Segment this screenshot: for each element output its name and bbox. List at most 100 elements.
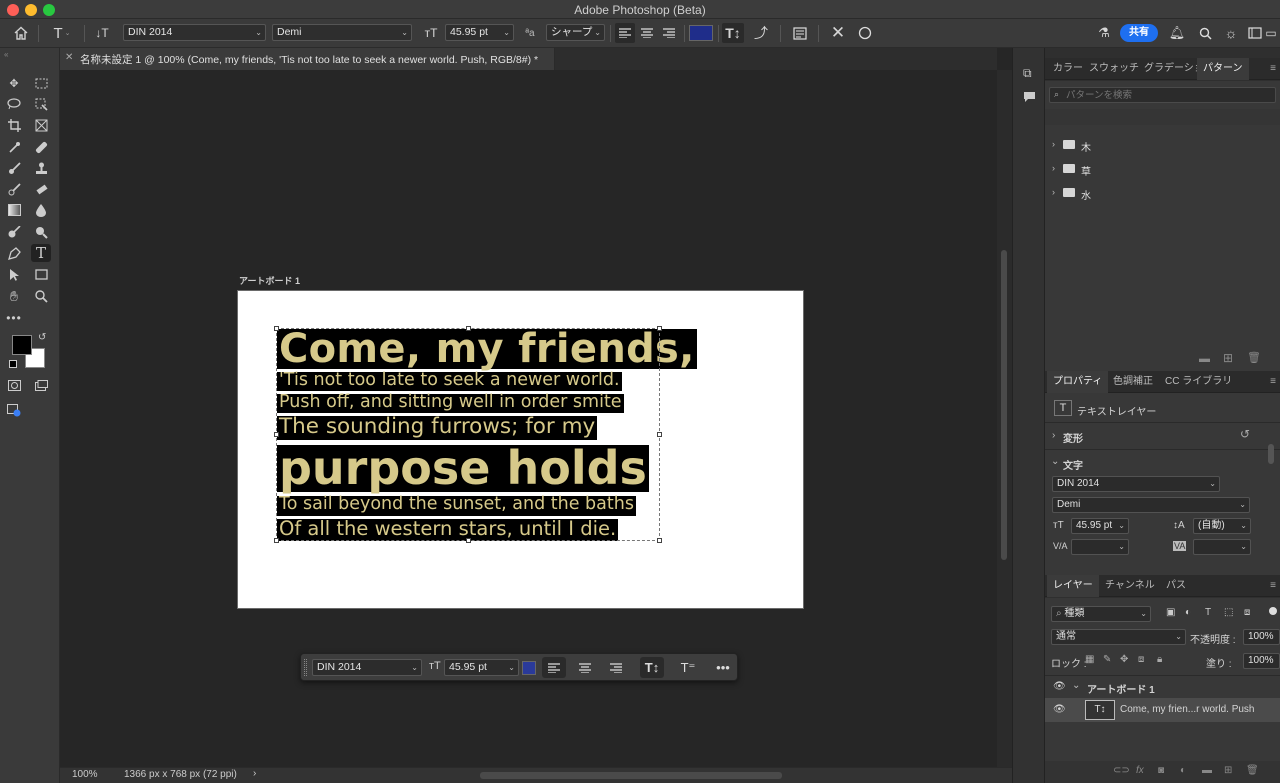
character-panel-icon[interactable] — [790, 23, 810, 43]
tab-swatches[interactable]: スウォッチ — [1083, 58, 1145, 80]
delete-layer-icon[interactable]: 🗑︎ — [1246, 765, 1259, 776]
share-button[interactable]: 共有 — [1120, 24, 1158, 42]
panel-menu-icon[interactable]: ≡ — [1270, 63, 1276, 74]
quick-mask-icon[interactable] — [4, 376, 24, 394]
visibility-eye-icon[interactable]: 👁︎ — [1053, 681, 1066, 692]
text-color-swatch[interactable] — [688, 23, 713, 43]
chevron-down-icon[interactable]: ⌄ — [1072, 680, 1080, 691]
lock-pixels-icon[interactable]: ✎ — [1103, 654, 1111, 665]
font-style-select[interactable]: Demi ⌄ — [272, 24, 412, 41]
reset-transform-icon[interactable]: ↺ — [1240, 427, 1250, 441]
swap-colors-icon[interactable]: ↺ — [38, 332, 46, 343]
filter-smart-object-icon[interactable]: ⧈ — [1244, 607, 1250, 618]
layer-filter-kind-select[interactable]: ⌕ 種類 ⌄ — [1051, 606, 1151, 622]
ctx-text-options-icon[interactable]: T⁼ — [676, 657, 700, 678]
text-line[interactable]: purpose holds — [277, 445, 649, 492]
layer-row-text[interactable]: 👁︎ T↕ Come, my frien...r world. Push — [1045, 698, 1280, 722]
panel-menu-icon[interactable]: ≡ — [1270, 376, 1276, 387]
blend-mode-select[interactable]: 通常 ⌄ — [1051, 629, 1186, 645]
ctx-font-family-select[interactable]: DIN 2014 ⌄ — [312, 659, 422, 676]
transform-handle[interactable] — [657, 432, 662, 437]
tab-properties[interactable]: プロパティ — [1047, 371, 1109, 393]
more-tools-icon[interactable]: ••• — [4, 309, 24, 327]
tab-adjustments[interactable]: 色調補正 — [1107, 371, 1159, 393]
notifications-bell-icon[interactable]: 🔔︎ — [1167, 23, 1187, 43]
link-layers-icon[interactable]: ⊂⊃ — [1113, 765, 1130, 776]
screen-mode-icon[interactable] — [31, 376, 51, 394]
transform-section-header[interactable]: 変形 — [1063, 430, 1083, 445]
filter-pixel-icon[interactable]: ▣ — [1166, 607, 1175, 618]
collapse-toolbar-icon[interactable]: « — [4, 50, 8, 59]
home-icon[interactable] — [10, 23, 32, 43]
eraser-tool-icon[interactable] — [31, 180, 51, 198]
path-selection-tool-icon[interactable] — [4, 265, 24, 283]
ctx-align-left-icon[interactable] — [542, 657, 566, 678]
align-right-icon[interactable] — [659, 23, 679, 43]
tab-paths[interactable]: パス — [1160, 575, 1192, 597]
lock-artboard-icon[interactable]: ⧈ — [1138, 654, 1144, 665]
history-brush-tool-icon[interactable] — [4, 180, 24, 198]
layer-row-artboard[interactable]: 👁︎ ⌄ アートボード 1 — [1045, 676, 1280, 698]
gradient-tool-icon[interactable] — [4, 201, 24, 219]
history-panel-icon[interactable]: ⧉ — [1023, 66, 1032, 81]
move-tool-icon[interactable]: ✥ — [4, 74, 24, 92]
status-menu-chevron-icon[interactable]: › — [253, 768, 256, 779]
new-group-folder-icon[interactable]: ▬ — [1199, 353, 1210, 365]
text-line[interactable]: 'Tis not too late to seek a newer world. — [277, 371, 622, 391]
zoom-tool-icon[interactable] — [31, 287, 51, 305]
hand-tool-icon[interactable]: ✋︎ — [4, 287, 24, 305]
text-line[interactable]: Push off, and sitting well in order smit… — [277, 393, 624, 413]
filter-type-icon[interactable]: T — [1205, 607, 1211, 618]
delete-pattern-icon[interactable]: 🗑︎ — [1247, 351, 1261, 364]
visibility-eye-icon[interactable]: 👁︎ — [1053, 704, 1066, 715]
crop-tool-icon[interactable] — [4, 116, 24, 134]
discover-lightbulb-icon[interactable]: ☼ — [1221, 23, 1241, 43]
frame-tool-icon[interactable] — [31, 116, 51, 134]
ctx-color-swatch[interactable] — [522, 661, 536, 675]
prop-kerning-select[interactable]: ⌄ — [1071, 539, 1129, 555]
transform-handle[interactable] — [657, 538, 662, 543]
lock-all-icon[interactable]: 🔒︎ — [1157, 654, 1162, 665]
fill-input[interactable]: 100% — [1243, 653, 1280, 669]
text-line[interactable]: To sail beyond the sunset, and the baths — [277, 495, 636, 516]
close-tab-icon[interactable]: ✕ — [65, 52, 73, 63]
pattern-folder-grass[interactable]: › 草 — [1045, 158, 1280, 180]
text-line[interactable]: The sounding furrows; for my — [277, 416, 598, 440]
search-icon[interactable] — [1195, 23, 1215, 43]
lasso-tool-icon[interactable] — [4, 95, 24, 113]
new-layer-icon[interactable]: ⊞ — [1224, 765, 1232, 776]
brush-tool-icon[interactable] — [4, 159, 24, 177]
tab-cc-libraries[interactable]: CC ライブラリ — [1159, 371, 1238, 393]
filter-toggle-icon[interactable] — [1269, 607, 1277, 615]
beta-flask-icon[interactable]: ⚗ — [1094, 23, 1114, 43]
default-colors-icon[interactable] — [9, 360, 17, 368]
commit-edit-icon[interactable] — [855, 23, 875, 43]
cancel-edit-icon[interactable]: ✕ — [828, 23, 848, 43]
chevron-down-icon[interactable]: ⌄ — [1051, 456, 1059, 467]
blur-tool-icon[interactable] — [31, 201, 51, 219]
filter-adjustment-icon[interactable]: ◐ — [1185, 607, 1191, 618]
tab-patterns[interactable]: パターン — [1197, 58, 1249, 80]
horizontal-scroll-thumb[interactable] — [480, 772, 782, 779]
object-selection-tool-icon[interactable] — [31, 95, 51, 113]
new-pattern-icon[interactable]: ⊞ — [1223, 351, 1233, 365]
ctx-warp-text-icon[interactable]: T↕ — [640, 657, 664, 678]
artboard-marquee-tool-icon[interactable] — [31, 74, 51, 92]
artboard-label[interactable]: アートボード 1 — [239, 274, 300, 287]
text-line[interactable]: Of all the western stars, until I die. — [277, 519, 619, 541]
font-family-select[interactable]: DIN 2014 ⌄ — [123, 24, 266, 41]
antialias-select[interactable]: シャープ ⌄ — [546, 24, 605, 41]
pattern-folder-water[interactable]: › 水 — [1045, 182, 1280, 204]
tab-layers[interactable]: レイヤー — [1047, 575, 1099, 597]
lock-position-icon[interactable]: ✥ — [1120, 654, 1128, 665]
prop-tracking-select[interactable]: ⌄ — [1193, 539, 1251, 555]
pattern-folder-wood[interactable]: › 木 — [1045, 134, 1280, 156]
foreground-color-swatch[interactable] — [12, 335, 32, 355]
adjustment-layer-icon[interactable]: ◐ — [1180, 765, 1186, 776]
rectangle-tool-icon[interactable] — [31, 265, 51, 283]
artboard[interactable]: Come, my friends, 'Tis not too late to s… — [237, 290, 804, 609]
text-on-path-icon[interactable]: ⤴ — [751, 23, 771, 43]
zoom-lens-tool-icon[interactable] — [31, 223, 51, 241]
prop-leading-select[interactable]: (自動) ⌄ — [1193, 518, 1251, 534]
prop-font-style-select[interactable]: Demi ⌄ — [1052, 497, 1250, 513]
